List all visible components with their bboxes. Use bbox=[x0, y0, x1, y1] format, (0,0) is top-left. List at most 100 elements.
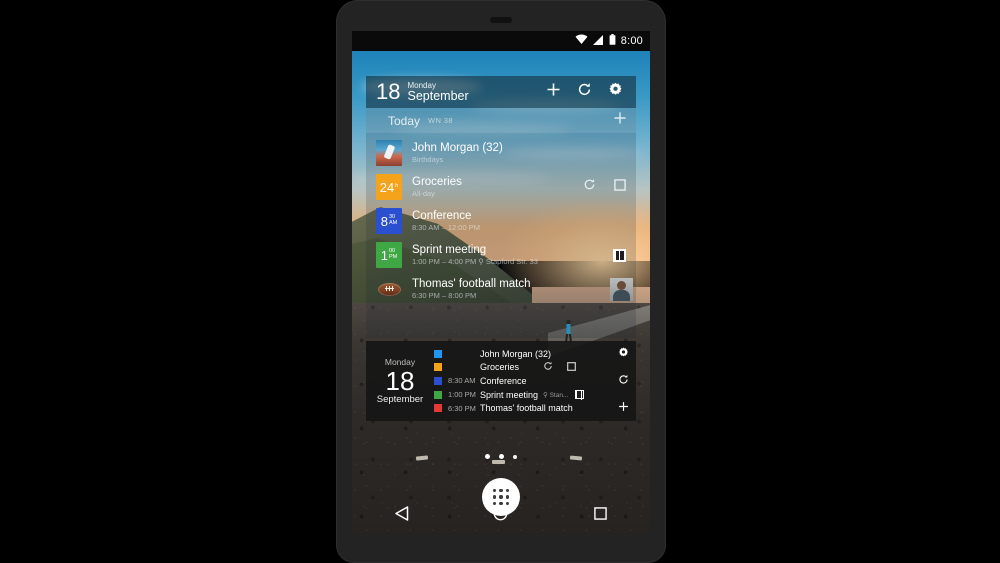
compact-event-row[interactable]: Groceries bbox=[434, 361, 612, 375]
event-title: Sprint meeting bbox=[412, 243, 487, 256]
badge-suffix: 00 PM bbox=[388, 248, 398, 260]
agenda-event-row[interactable]: John Morgan (32) Birthdays bbox=[366, 136, 636, 170]
event-title: John Morgan (32) bbox=[480, 348, 552, 359]
wifi-icon bbox=[575, 32, 588, 50]
header-date-stack: Monday September bbox=[407, 81, 469, 103]
checkbox-icon[interactable] bbox=[567, 358, 576, 376]
section-add-button[interactable] bbox=[613, 111, 627, 130]
refresh-icon[interactable] bbox=[577, 82, 592, 102]
agenda-event-row[interactable]: 8 30 AM Conference 8:30 AM – 12:00 PM bbox=[366, 204, 636, 238]
windsurfer-photo bbox=[376, 140, 402, 166]
agenda-widget-header: 18 Monday September bbox=[366, 76, 636, 108]
event-texts: John Morgan (32) Birthdays bbox=[412, 142, 503, 165]
page-dot[interactable] bbox=[513, 454, 517, 459]
event-row-icons bbox=[575, 390, 585, 400]
event-row-icons bbox=[610, 272, 636, 306]
recurring-icon[interactable] bbox=[543, 358, 553, 376]
road-marking bbox=[492, 460, 505, 464]
event-subtitle: 1:00 PM – 4:00 PM ⚲ Stapford Str. 33 bbox=[412, 256, 538, 266]
event-title: Conference bbox=[480, 375, 527, 386]
compact-month: September bbox=[376, 394, 424, 406]
event-title: Groceries bbox=[412, 175, 462, 188]
status-bar: 8:00 bbox=[352, 31, 650, 51]
event-title: Thomas' football match bbox=[480, 403, 573, 414]
refresh-icon[interactable] bbox=[618, 372, 629, 390]
cellular-signal-icon bbox=[592, 32, 604, 50]
screenshot-stage: 8:00 18 Monday September Today WN 38 Joh… bbox=[0, 0, 1000, 563]
event-texts: Thomas' football match 6:30 PM – 8:00 PM bbox=[412, 278, 531, 301]
compact-agenda-widget[interactable]: Monday 18 September John Morgan (32) Gro… bbox=[366, 341, 636, 421]
add-event-button[interactable] bbox=[618, 399, 629, 417]
event-texts: Sprint meeting 1:00 PM – 4:00 PM ⚲ Stapf… bbox=[412, 244, 538, 267]
agenda-section-today[interactable]: Today WN 38 bbox=[366, 108, 636, 133]
event-time: 8:30 AM bbox=[448, 376, 476, 386]
compact-event-row[interactable]: 8:30 AM Conference bbox=[434, 374, 612, 388]
earpiece-speaker bbox=[490, 17, 512, 23]
badge-number: 8 bbox=[380, 213, 388, 229]
event-color-dot bbox=[434, 376, 442, 385]
event-subtitle: Birthdays bbox=[412, 154, 444, 164]
event-color-dot bbox=[434, 390, 442, 399]
add-event-button[interactable] bbox=[546, 82, 561, 102]
event-date-badge: 8 30 AM bbox=[376, 208, 402, 234]
badge-number: 1 bbox=[380, 247, 388, 263]
contact-avatar[interactable] bbox=[610, 277, 633, 301]
event-subtitle: All-day bbox=[412, 188, 435, 198]
phone-frame: 8:00 18 Monday September Today WN 38 Joh… bbox=[336, 0, 666, 563]
agenda-event-row[interactable]: 1 00 PM Sprint meeting 1:00 PM – 4:00 PM… bbox=[366, 238, 636, 272]
status-clock: 8:00 bbox=[620, 35, 643, 47]
map-icon[interactable] bbox=[613, 248, 626, 262]
event-color-dot bbox=[434, 363, 442, 372]
map-icon[interactable] bbox=[575, 390, 585, 400]
checkbox-icon[interactable] bbox=[614, 178, 626, 196]
event-subtitle: 8:30 AM – 12:00 PM bbox=[412, 222, 480, 232]
compact-event-list: John Morgan (32) Groceries 8:30 AM Confe… bbox=[434, 341, 612, 421]
agenda-header-actions bbox=[546, 82, 629, 102]
recurring-icon[interactable] bbox=[583, 178, 596, 196]
event-title: Groceries bbox=[480, 362, 520, 373]
event-color-dot bbox=[434, 404, 442, 413]
header-month: September bbox=[407, 88, 469, 103]
home-circle-icon[interactable] bbox=[478, 493, 524, 533]
agenda-event-row[interactable]: 24 h Groceries All-day bbox=[366, 170, 636, 204]
event-subtitle: 6:30 PM – 8:00 PM bbox=[412, 290, 477, 300]
recents-square-icon[interactable] bbox=[577, 493, 623, 533]
navigation-bar bbox=[352, 493, 650, 533]
event-texts: Groceries All-day bbox=[412, 176, 462, 199]
agenda-event-row[interactable]: Thomas' football match 6:30 PM – 8:00 PM bbox=[366, 272, 636, 306]
event-title: John Morgan (32) bbox=[412, 141, 503, 154]
event-time: 1:00 PM bbox=[448, 390, 476, 400]
event-texts: Conference 8:30 AM – 12:00 PM bbox=[412, 210, 480, 233]
page-dot[interactable] bbox=[485, 454, 490, 459]
event-row-icons bbox=[613, 238, 636, 272]
battery-icon bbox=[609, 32, 616, 50]
football-icon bbox=[376, 276, 402, 302]
compact-event-row[interactable]: John Morgan (32) bbox=[434, 347, 612, 361]
event-color-dot bbox=[434, 349, 442, 358]
event-date-badge: 24 h bbox=[376, 174, 402, 200]
event-title: Thomas' football match bbox=[412, 277, 531, 290]
badge-suffix: h bbox=[395, 183, 399, 190]
event-title: Sprint meeting bbox=[480, 389, 539, 400]
event-row-icons bbox=[543, 358, 576, 376]
phone-screen: 8:00 18 Monday September Today WN 38 Joh… bbox=[352, 31, 650, 533]
page-dot[interactable] bbox=[499, 454, 504, 459]
photo-thumbnail bbox=[376, 140, 402, 166]
badge-number: 24 bbox=[379, 179, 395, 195]
event-row-icons bbox=[583, 170, 636, 204]
event-title: Conference bbox=[412, 209, 472, 222]
back-triangle-icon[interactable] bbox=[379, 493, 425, 533]
compact-day-number: 18 bbox=[385, 365, 415, 396]
page-indicator-dots bbox=[352, 454, 650, 459]
gear-icon[interactable] bbox=[608, 82, 623, 102]
compact-date-panel: Monday 18 September bbox=[366, 341, 434, 421]
section-label: Today bbox=[388, 113, 421, 128]
badge-suffix: 30 AM bbox=[388, 214, 398, 226]
header-day-number: 18 bbox=[376, 79, 401, 104]
compact-event-row[interactable]: 1:00 PM Sprint meeting ⚲ Stan... bbox=[434, 388, 612, 402]
agenda-widget[interactable]: 18 Monday September Today WN 38 John Mor… bbox=[366, 76, 636, 338]
compact-event-row[interactable]: 6:30 PM Thomas' football match bbox=[434, 401, 612, 415]
agenda-event-list: John Morgan (32) Birthdays 24 h Grocerie… bbox=[366, 133, 636, 306]
compact-widget-actions bbox=[612, 341, 636, 421]
gear-icon[interactable] bbox=[618, 345, 629, 363]
